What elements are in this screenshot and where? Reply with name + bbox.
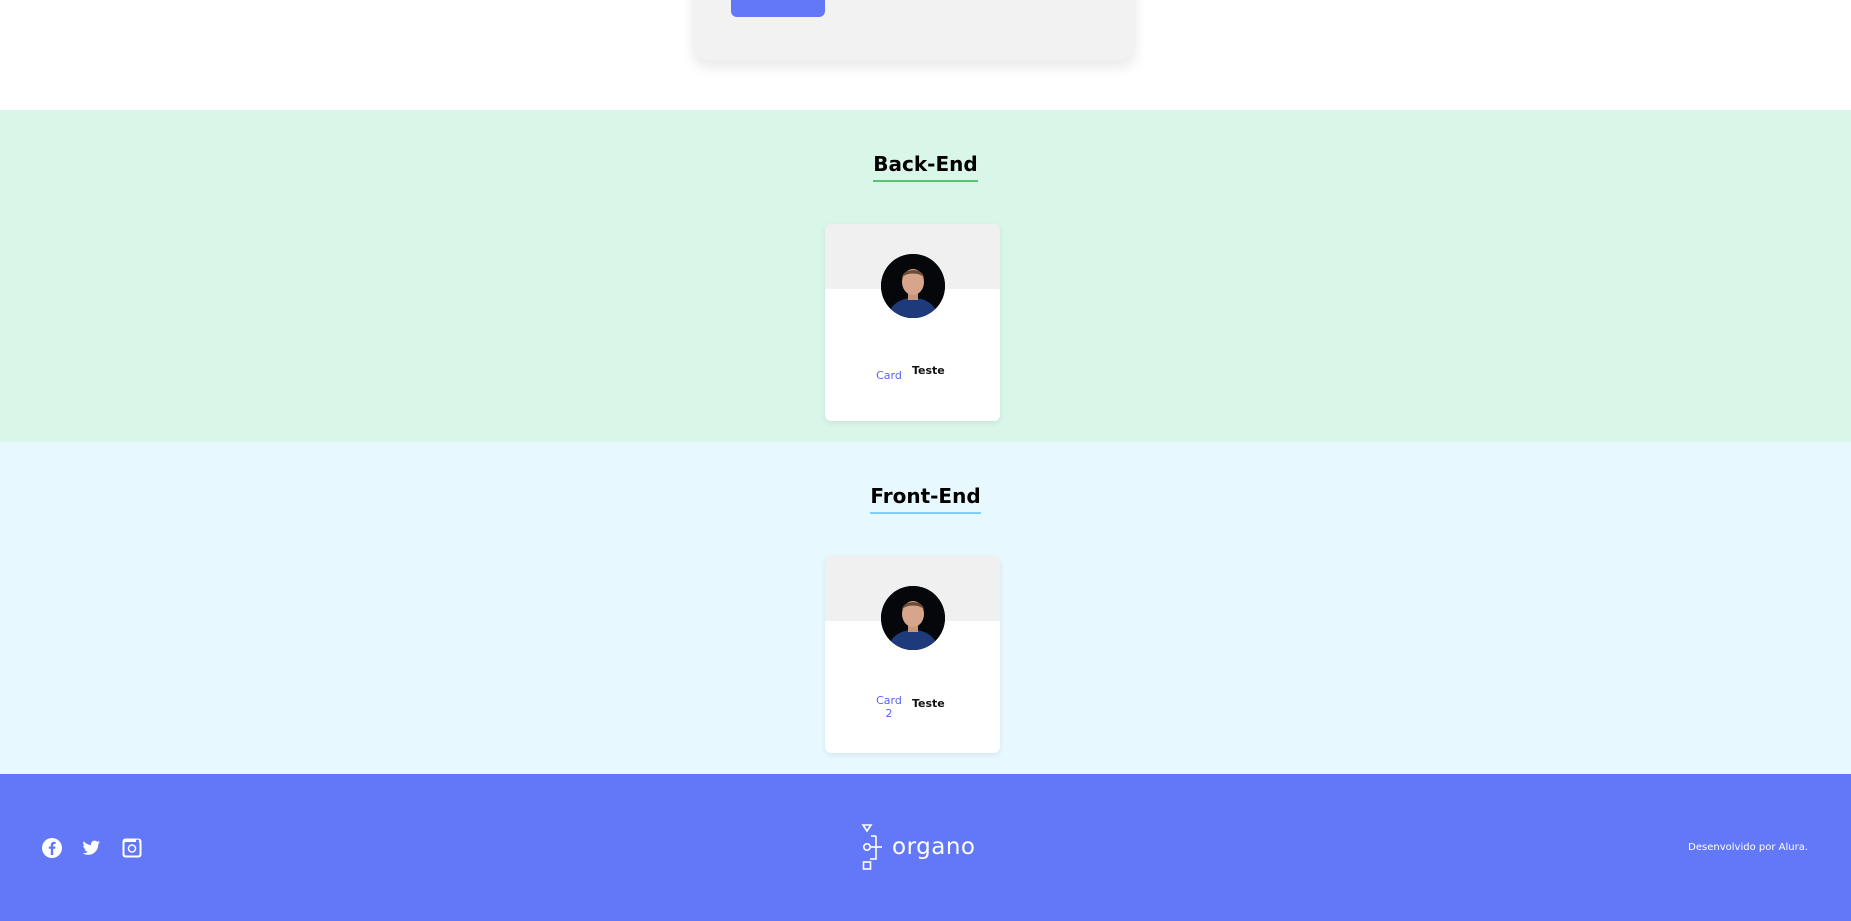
organo-logo-text: organo: [892, 834, 976, 860]
twitter-icon[interactable]: [80, 837, 102, 859]
facebook-icon[interactable]: [41, 837, 63, 859]
instagram-icon[interactable]: [121, 837, 143, 859]
team-title: Front-End: [0, 484, 1851, 514]
member-role: Teste: [912, 697, 945, 710]
create-card-button[interactable]: [731, 0, 825, 17]
member-avatar: [881, 586, 945, 650]
team-section-frontend: Front-End Card 2 Teste: [0, 442, 1851, 774]
form-container: [692, 0, 1136, 60]
footer-credit: Desenvolvido por Alura.: [1688, 842, 1808, 853]
member-name: Card 2: [876, 694, 902, 720]
member-name: Card: [876, 369, 902, 382]
footer: organo Desenvolvido por Alura.: [0, 774, 1851, 921]
member-card: Card Teste: [825, 224, 1000, 421]
organo-logo: organo: [860, 823, 975, 871]
team-title: Back-End: [0, 152, 1851, 182]
form-section: [0, 0, 1851, 110]
member-role: Teste: [912, 364, 945, 377]
member-avatar: [881, 254, 945, 318]
team-section-backend: Back-End Card Teste: [0, 110, 1851, 442]
team-title-text: Back-End: [873, 152, 978, 182]
organo-logo-icon: [860, 823, 886, 871]
member-card: Card 2 Teste: [825, 556, 1000, 753]
team-title-text: Front-End: [870, 484, 981, 514]
